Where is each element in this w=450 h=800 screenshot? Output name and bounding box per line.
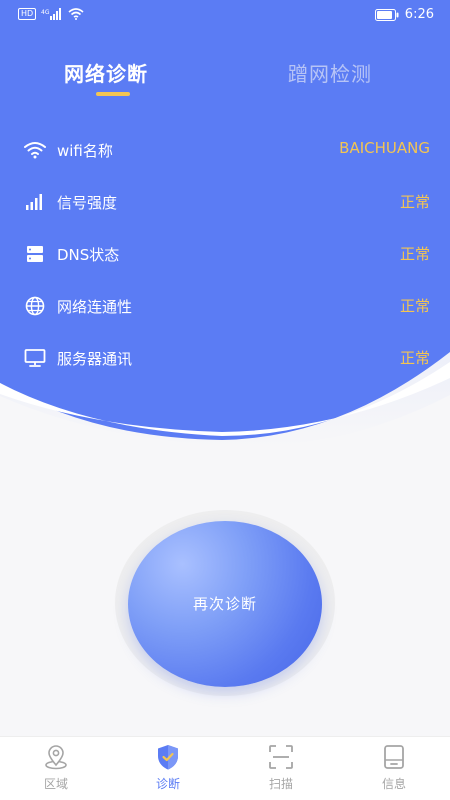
nav-item-info[interactable]: 信息 (338, 737, 450, 800)
diagnostic-value: 正常 (399, 297, 430, 315)
diagnostic-label: wifi名称 (57, 142, 113, 160)
monitor-icon (24, 349, 46, 367)
nav-label: 扫描 (268, 777, 293, 791)
header-panel: HD 4G 6:26 网络诊断 蹭网检测 wifi名称 BAICHUANG 信号… (0, 0, 450, 450)
nav-label: 诊断 (155, 777, 180, 791)
diagnostic-label: DNS状态 (57, 246, 120, 264)
wifi-icon (24, 142, 46, 159)
diagnostic-row-signal-strength: 信号强度 正常 (22, 188, 430, 216)
diagnostic-label: 网络连通性 (57, 298, 133, 316)
diagnostic-value: 正常 (399, 245, 430, 263)
server-icon (27, 246, 43, 262)
nav-label: 区域 (43, 777, 68, 791)
diagnostic-value: BAICHUANG (339, 139, 430, 157)
nav-item-scan[interactable]: 扫描 (225, 737, 337, 800)
diagnostic-value: 正常 (399, 349, 430, 367)
hd-badge: HD (18, 8, 37, 20)
status-left: HD 4G (18, 8, 84, 20)
diagnostic-row-dns-status: DNS状态 正常 (22, 240, 430, 268)
status-time: 6:26 (404, 7, 434, 22)
nav-item-area[interactable]: 区域 (0, 737, 112, 800)
svg-text:4G: 4G (41, 9, 50, 16)
diagnostic-row-wifi-name: wifi名称 BAICHUANG (22, 136, 430, 164)
scan-icon (269, 745, 293, 769)
status-right: 6:26 (374, 7, 434, 22)
location-pin-icon (45, 745, 67, 770)
rediagnose-button[interactable]: 再次诊断 (128, 521, 322, 687)
status-wifi-icon (68, 8, 84, 20)
bottom-nav: 区域 诊断 扫描 信息 (0, 736, 450, 800)
nav-label: 信息 (381, 777, 406, 791)
tab-freeloader-detection[interactable]: 蹭网检测 (288, 58, 372, 87)
battery-icon (374, 8, 399, 21)
nav-item-diagnosis[interactable]: 诊断 (112, 737, 224, 800)
tab-bar: 网络诊断 蹭网检测 (0, 58, 450, 108)
diagnostic-label: 信号强度 (57, 194, 118, 212)
diagnostic-row-server-communication: 服务器通讯 正常 (22, 344, 430, 372)
diagnostic-row-connectivity: 网络连通性 正常 (22, 292, 430, 320)
shield-check-icon (158, 745, 178, 770)
status-bar: HD 4G 6:26 (0, 0, 450, 30)
diagnostic-label: 服务器通讯 (57, 350, 133, 368)
globe-icon (25, 296, 45, 316)
tab-indicator (96, 92, 130, 96)
diagnostic-value: 正常 (399, 193, 430, 211)
signal-bars-icon (26, 194, 42, 210)
device-icon (384, 745, 404, 769)
cellular-signal-icon: 4G (41, 8, 62, 20)
tab-network-diagnosis[interactable]: 网络诊断 (64, 58, 148, 87)
